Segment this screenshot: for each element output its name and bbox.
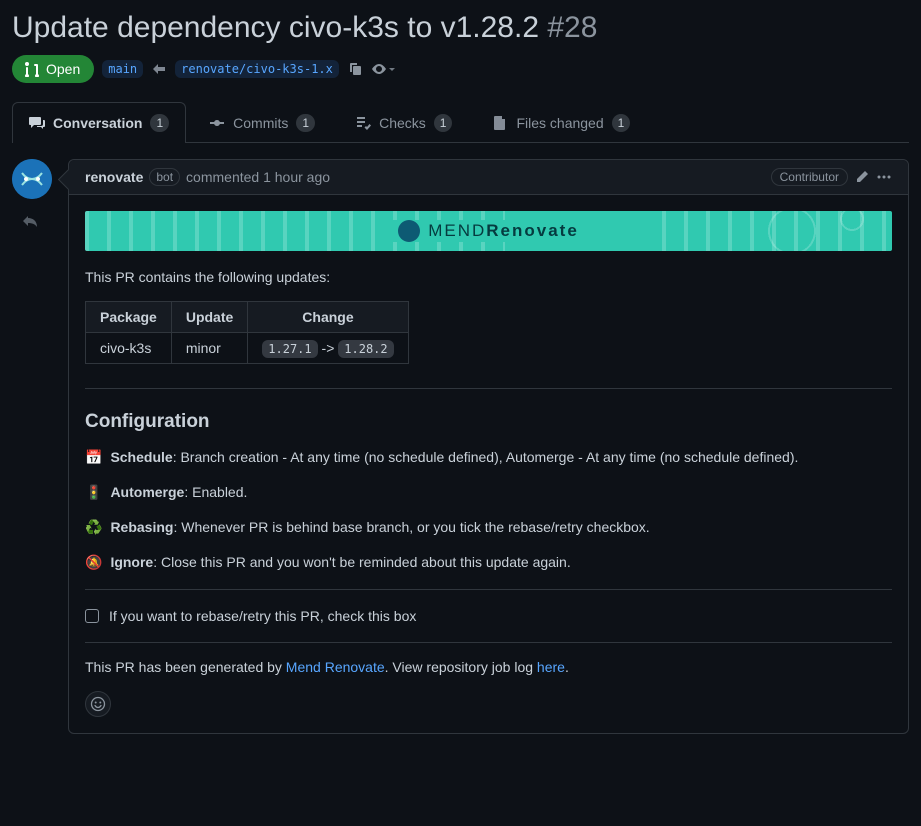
- checkbox-icon[interactable]: [85, 609, 99, 623]
- tab-label: Commits: [233, 115, 288, 131]
- comment-discussion-icon: [29, 115, 45, 131]
- bell-mute-icon: 🔕: [85, 554, 102, 571]
- traffic-light-icon: 🚦: [85, 484, 102, 501]
- watch-dropdown[interactable]: [371, 61, 395, 77]
- comment-header: renovate bot commented 1 hour ago Contri…: [69, 160, 908, 195]
- author-avatar[interactable]: [12, 159, 52, 199]
- checklist-icon: [355, 115, 371, 131]
- kebab-icon[interactable]: [876, 169, 892, 185]
- arrow-left-icon: [151, 61, 167, 77]
- th-change: Change: [248, 302, 408, 333]
- version-from: 1.27.1: [262, 340, 317, 358]
- tab-count: 1: [612, 114, 631, 132]
- tab-bar: Conversation 1 Commits 1 Checks 1 Files …: [12, 101, 909, 143]
- version-to: 1.28.2: [338, 340, 393, 358]
- cell-package: civo-k3s: [86, 333, 172, 364]
- task-text: If you want to rebase/retry this PR, che…: [109, 608, 416, 624]
- tab-count: 1: [150, 114, 169, 132]
- tab-checks[interactable]: Checks 1: [338, 102, 469, 143]
- comment-time: commented 1 hour ago: [186, 169, 330, 185]
- git-commit-icon: [209, 115, 225, 131]
- cell-change: 1.27.1 -> 1.28.2: [248, 333, 408, 364]
- reply-icon: [22, 213, 52, 229]
- file-diff-icon: [492, 115, 508, 131]
- comment-container: renovate bot commented 1 hour ago Contri…: [68, 159, 909, 734]
- rebase-task-item[interactable]: If you want to rebase/retry this PR, che…: [85, 606, 892, 626]
- cell-update: minor: [171, 333, 247, 364]
- tab-label: Conversation: [53, 115, 142, 131]
- tab-files[interactable]: Files changed 1: [475, 102, 647, 143]
- add-reaction-button[interactable]: [85, 691, 111, 717]
- updates-table: Package Update Change civo-k3s minor 1.2…: [85, 301, 409, 364]
- job-log-link[interactable]: here: [537, 659, 565, 675]
- state-badge: Open: [12, 55, 94, 83]
- tab-count: 1: [296, 114, 315, 132]
- config-ignore: 🔕 Ignore: Close this PR and you won't be…: [85, 554, 892, 571]
- pr-meta-row: Open main renovate/civo-k3s-1.x: [12, 55, 909, 83]
- banner-text: MENDRenovate: [428, 221, 579, 241]
- renovate-banner: MENDRenovate: [85, 211, 892, 251]
- calendar-icon: 📅: [85, 449, 102, 466]
- comment-author[interactable]: renovate: [85, 169, 143, 185]
- git-pull-request-icon: [24, 61, 40, 77]
- edit-icon[interactable]: [854, 169, 870, 185]
- footer-text: This PR has been generated by Mend Renov…: [85, 659, 892, 675]
- mend-renovate-link[interactable]: Mend Renovate: [286, 659, 385, 675]
- tab-conversation[interactable]: Conversation 1: [12, 102, 186, 143]
- divider: [85, 642, 892, 643]
- tab-label: Files changed: [516, 115, 603, 131]
- smiley-icon: [90, 696, 106, 712]
- config-schedule: 📅 Schedule: Branch creation - At any tim…: [85, 449, 892, 466]
- bot-badge: bot: [149, 168, 180, 186]
- base-branch[interactable]: main: [102, 60, 143, 78]
- config-automerge: 🚦 Automerge: Enabled.: [85, 484, 892, 501]
- copy-icon[interactable]: [347, 61, 363, 77]
- table-row: civo-k3s minor 1.27.1 -> 1.28.2: [86, 333, 409, 364]
- pr-title: Update dependency civo-k3s to v1.28.2 #2…: [12, 8, 909, 47]
- divider: [85, 589, 892, 590]
- head-branch[interactable]: renovate/civo-k3s-1.x: [175, 60, 339, 78]
- association-badge: Contributor: [771, 168, 848, 186]
- th-update: Update: [171, 302, 247, 333]
- recycle-icon: ♻️: [85, 519, 102, 536]
- tab-count: 1: [434, 114, 453, 132]
- th-package: Package: [86, 302, 172, 333]
- tab-commits[interactable]: Commits 1: [192, 102, 332, 143]
- divider: [85, 388, 892, 389]
- pr-number: #28: [547, 11, 597, 44]
- config-rebasing: ♻️ Rebasing: Whenever PR is behind base …: [85, 519, 892, 536]
- intro-text: This PR contains the following updates:: [85, 269, 892, 285]
- tab-label: Checks: [379, 115, 426, 131]
- mend-logo-icon: [398, 220, 420, 242]
- configuration-heading: Configuration: [85, 411, 892, 433]
